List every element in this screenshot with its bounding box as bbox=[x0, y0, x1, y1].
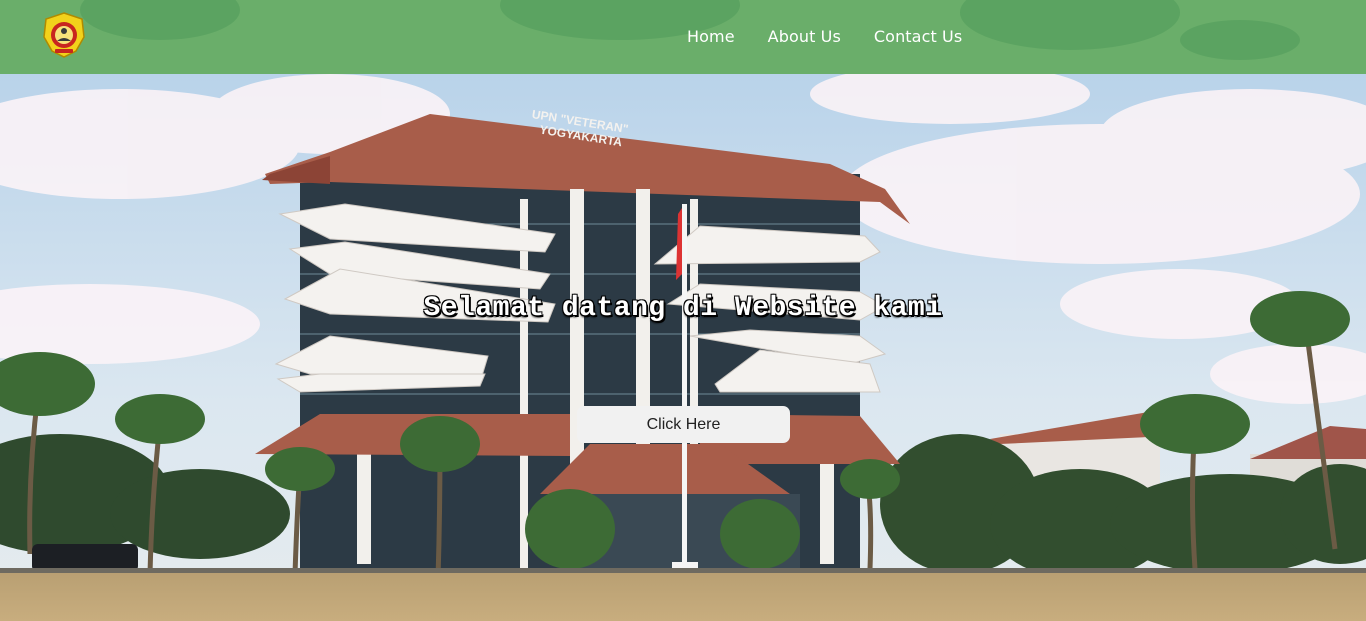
nav-contact-link[interactable]: Contact Us bbox=[874, 27, 962, 46]
main-nav: Home About Us Contact Us bbox=[687, 27, 962, 46]
top-navbar: Home About Us Contact Us bbox=[0, 0, 1366, 74]
campus-background-image: UPN "VETERAN" YOGYAKARTA bbox=[0, 74, 1366, 621]
header-foliage bbox=[80, 0, 240, 40]
click-here-button[interactable]: Click Here bbox=[577, 406, 790, 443]
hero-section: UPN "VETERAN" YOGYAKARTA Selamat datang … bbox=[0, 74, 1366, 621]
hero-title: Selamat datang di Website kami bbox=[423, 293, 943, 324]
nav-about-link[interactable]: About Us bbox=[768, 27, 841, 46]
university-emblem-icon[interactable] bbox=[40, 11, 88, 59]
nav-home-link[interactable]: Home bbox=[687, 27, 735, 46]
header-foliage bbox=[1180, 20, 1300, 60]
header-foliage bbox=[960, 0, 1180, 50]
